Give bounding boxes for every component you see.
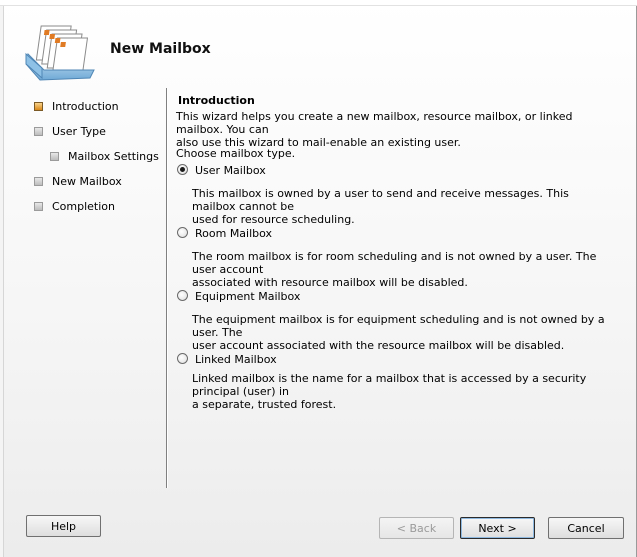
option-label-room-mailbox[interactable]: Room Mailbox <box>195 227 272 240</box>
option-desc-user-mailbox: This mailbox is owned by a user to send … <box>192 187 569 226</box>
option-desc-room-mailbox: The room mailbox is for room scheduling … <box>192 250 597 289</box>
step-status-icon <box>34 177 43 186</box>
section-heading: Introduction <box>178 94 255 107</box>
radio-linked-mailbox[interactable] <box>177 353 188 364</box>
vertical-divider <box>166 88 168 488</box>
radio-room-mailbox[interactable] <box>177 227 188 238</box>
help-button[interactable]: Help <box>26 515 101 537</box>
radio-user-mailbox[interactable] <box>177 164 188 175</box>
radio-equipment-mailbox[interactable] <box>177 290 188 301</box>
left-edge <box>0 6 4 557</box>
next-button[interactable]: Next > <box>460 517 535 539</box>
option-label-equipment-mailbox[interactable]: Equipment Mailbox <box>195 290 300 303</box>
step-status-icon <box>50 152 59 161</box>
option-label-linked-mailbox[interactable]: Linked Mailbox <box>195 353 277 366</box>
step-status-icon <box>34 102 43 111</box>
step-status-icon <box>34 127 43 136</box>
option-desc-equipment-mailbox: The equipment mailbox is for equipment s… <box>192 313 605 352</box>
background-strip <box>0 0 637 6</box>
option-desc-linked-mailbox: Linked mailbox is the name for a mailbox… <box>192 372 587 411</box>
back-button[interactable]: < Back <box>379 517 454 539</box>
intro-text: This wizard helps you create a new mailb… <box>176 110 573 149</box>
mailbox-logo-icon <box>25 25 95 81</box>
wizard-window: New Mailbox Introduction User Type Mailb… <box>0 0 637 557</box>
cancel-button[interactable]: Cancel <box>548 517 624 539</box>
step-status-icon <box>34 202 43 211</box>
choose-type-label: Choose mailbox type. <box>176 147 296 160</box>
option-label-user-mailbox[interactable]: User Mailbox <box>195 164 266 177</box>
wizard-title: New Mailbox <box>110 41 211 57</box>
